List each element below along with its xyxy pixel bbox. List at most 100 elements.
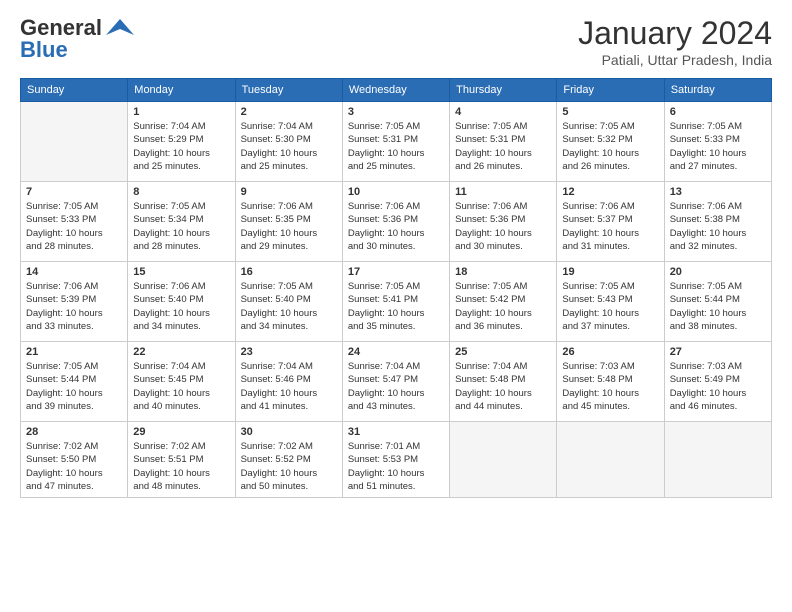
calendar-day-cell: 11 Sunrise: 7:06 AMSunset: 5:36 PMDayligh… [450, 182, 557, 262]
header: General Blue January 2024 Patiali, Uttar… [20, 15, 772, 68]
calendar-day-cell: 3Sunrise: 7:05 AMSunset: 5:31 PMDaylight… [342, 102, 449, 182]
day-info: Sunrise: 7:01 AMSunset: 5:53 PMDaylight:… [348, 440, 444, 493]
day-info: Sunrise: 7:05 AMSunset: 5:42 PMDaylight:… [455, 280, 551, 333]
day-number: 8 [133, 186, 229, 198]
day-info: Sunrise: 7:02 AMSunset: 5:50 PMDaylight:… [26, 440, 122, 493]
calendar-day-cell: 21 Sunrise: 7:05 AMSunset: 5:44 PMDayligh… [21, 342, 128, 422]
day-info: Sunrise: 7:03 AMSunset: 5:49 PMDaylight:… [670, 360, 766, 413]
calendar-week-row: 14Sunrise: 7:06 AMSunset: 5:39 PMDayligh… [21, 262, 772, 342]
day-number: 13 [670, 186, 766, 198]
calendar-day-cell: 9 Sunrise: 7:06 AMSunset: 5:35 PMDaylight… [235, 182, 342, 262]
day-number: 7 [26, 186, 122, 198]
day-info: Sunrise: 7:04 AMSunset: 5:45 PMDaylight:… [133, 360, 229, 413]
calendar-day-cell: 25 Sunrise: 7:04 AMSunset: 5:48 PMDayligh… [450, 342, 557, 422]
day-info: Sunrise: 7:05 AMSunset: 5:44 PMDaylight:… [26, 360, 122, 413]
day-info: Sunrise: 7:02 AMSunset: 5:51 PMDaylight:… [133, 440, 229, 493]
calendar-day-cell: 28 Sunrise: 7:02 AMSunset: 5:50 PMDayligh… [21, 422, 128, 498]
day-number: 30 [241, 426, 337, 438]
calendar-day-header: Wednesday [342, 79, 449, 102]
calendar-day-cell [450, 422, 557, 498]
calendar-week-row: 28 Sunrise: 7:02 AMSunset: 5:50 PMDayligh… [21, 422, 772, 498]
day-info: Sunrise: 7:05 AMSunset: 5:33 PMDaylight:… [26, 200, 122, 253]
month-title: January 2024 [578, 15, 772, 52]
calendar-day-cell: 26 Sunrise: 7:03 AMSunset: 5:48 PMDayligh… [557, 342, 664, 422]
calendar-day-cell: 19Sunrise: 7:05 AMSunset: 5:43 PMDayligh… [557, 262, 664, 342]
day-number: 18 [455, 266, 551, 278]
day-number: 22 [133, 346, 229, 358]
day-number: 14 [26, 266, 122, 278]
calendar-day-cell: 15 Sunrise: 7:06 AMSunset: 5:40 PMDayligh… [128, 262, 235, 342]
calendar-header-row: SundayMondayTuesdayWednesdayThursdayFrid… [21, 79, 772, 102]
day-info: Sunrise: 7:06 AMSunset: 5:35 PMDaylight:… [241, 200, 337, 253]
day-number: 9 [241, 186, 337, 198]
calendar-day-header: Thursday [450, 79, 557, 102]
day-info: Sunrise: 7:06 AMSunset: 5:38 PMDaylight:… [670, 200, 766, 253]
day-number: 29 [133, 426, 229, 438]
calendar-week-row: 1 Sunrise: 7:04 AMSunset: 5:29 PMDaylight… [21, 102, 772, 182]
calendar-day-cell: 30 Sunrise: 7:02 AMSunset: 5:52 PMDayligh… [235, 422, 342, 498]
calendar-week-row: 7 Sunrise: 7:05 AMSunset: 5:33 PMDaylight… [21, 182, 772, 262]
day-number: 19 [562, 266, 658, 278]
calendar-day-cell [21, 102, 128, 182]
calendar-day-cell: 16Sunrise: 7:05 AMSunset: 5:40 PMDayligh… [235, 262, 342, 342]
calendar-day-header: Saturday [664, 79, 771, 102]
day-number: 26 [562, 346, 658, 358]
calendar-day-cell: 6Sunrise: 7:05 AMSunset: 5:33 PMDaylight… [664, 102, 771, 182]
calendar-day-cell: 13 Sunrise: 7:06 AMSunset: 5:38 PMDayligh… [664, 182, 771, 262]
title-block: January 2024 Patiali, Uttar Pradesh, Ind… [578, 15, 772, 68]
day-info: Sunrise: 7:05 AMSunset: 5:44 PMDaylight:… [670, 280, 766, 333]
calendar-week-row: 21 Sunrise: 7:05 AMSunset: 5:44 PMDayligh… [21, 342, 772, 422]
day-info: Sunrise: 7:04 AMSunset: 5:29 PMDaylight:… [133, 120, 229, 173]
logo-icon [104, 17, 136, 39]
calendar-day-cell: 2Sunrise: 7:04 AMSunset: 5:30 PMDaylight… [235, 102, 342, 182]
page: General Blue January 2024 Patiali, Uttar… [0, 0, 792, 612]
calendar-day-header: Tuesday [235, 79, 342, 102]
calendar-day-cell: 24Sunrise: 7:04 AMSunset: 5:47 PMDayligh… [342, 342, 449, 422]
day-number: 23 [241, 346, 337, 358]
calendar-day-cell: 17Sunrise: 7:05 AMSunset: 5:41 PMDayligh… [342, 262, 449, 342]
day-info: Sunrise: 7:05 AMSunset: 5:34 PMDaylight:… [133, 200, 229, 253]
day-info: Sunrise: 7:05 AMSunset: 5:32 PMDaylight:… [562, 120, 658, 173]
day-number: 6 [670, 106, 766, 118]
day-number: 28 [26, 426, 122, 438]
location: Patiali, Uttar Pradesh, India [578, 52, 772, 68]
day-number: 11 [455, 186, 551, 198]
calendar-day-cell: 7 Sunrise: 7:05 AMSunset: 5:33 PMDaylight… [21, 182, 128, 262]
logo: General Blue [20, 15, 138, 63]
calendar-day-cell [557, 422, 664, 498]
day-number: 5 [562, 106, 658, 118]
day-info: Sunrise: 7:06 AMSunset: 5:36 PMDaylight:… [348, 200, 444, 253]
day-info: Sunrise: 7:03 AMSunset: 5:48 PMDaylight:… [562, 360, 658, 413]
calendar-day-cell: 20 Sunrise: 7:05 AMSunset: 5:44 PMDayligh… [664, 262, 771, 342]
day-number: 15 [133, 266, 229, 278]
day-number: 25 [455, 346, 551, 358]
calendar-day-cell: 10 Sunrise: 7:06 AMSunset: 5:36 PMDayligh… [342, 182, 449, 262]
calendar-day-cell: 29 Sunrise: 7:02 AMSunset: 5:51 PMDayligh… [128, 422, 235, 498]
day-info: Sunrise: 7:06 AMSunset: 5:36 PMDaylight:… [455, 200, 551, 253]
calendar-day-cell: 31 Sunrise: 7:01 AMSunset: 5:53 PMDayligh… [342, 422, 449, 498]
day-info: Sunrise: 7:06 AMSunset: 5:40 PMDaylight:… [133, 280, 229, 333]
calendar-day-cell: 12Sunrise: 7:06 AMSunset: 5:37 PMDayligh… [557, 182, 664, 262]
day-number: 1 [133, 106, 229, 118]
logo-blue: Blue [20, 37, 68, 63]
calendar-day-cell: 8 Sunrise: 7:05 AMSunset: 5:34 PMDaylight… [128, 182, 235, 262]
calendar-day-cell: 22 Sunrise: 7:04 AMSunset: 5:45 PMDayligh… [128, 342, 235, 422]
day-info: Sunrise: 7:05 AMSunset: 5:31 PMDaylight:… [455, 120, 551, 173]
day-info: Sunrise: 7:04 AMSunset: 5:46 PMDaylight:… [241, 360, 337, 413]
calendar-table: SundayMondayTuesdayWednesdayThursdayFrid… [20, 78, 772, 498]
day-info: Sunrise: 7:04 AMSunset: 5:48 PMDaylight:… [455, 360, 551, 413]
day-number: 24 [348, 346, 444, 358]
day-number: 3 [348, 106, 444, 118]
day-number: 31 [348, 426, 444, 438]
day-number: 2 [241, 106, 337, 118]
calendar-day-cell [664, 422, 771, 498]
day-info: Sunrise: 7:05 AMSunset: 5:41 PMDaylight:… [348, 280, 444, 333]
calendar-day-cell: 14Sunrise: 7:06 AMSunset: 5:39 PMDayligh… [21, 262, 128, 342]
calendar-day-header: Monday [128, 79, 235, 102]
day-number: 20 [670, 266, 766, 278]
day-number: 4 [455, 106, 551, 118]
day-number: 21 [26, 346, 122, 358]
day-number: 10 [348, 186, 444, 198]
day-info: Sunrise: 7:02 AMSunset: 5:52 PMDaylight:… [241, 440, 337, 493]
day-number: 27 [670, 346, 766, 358]
